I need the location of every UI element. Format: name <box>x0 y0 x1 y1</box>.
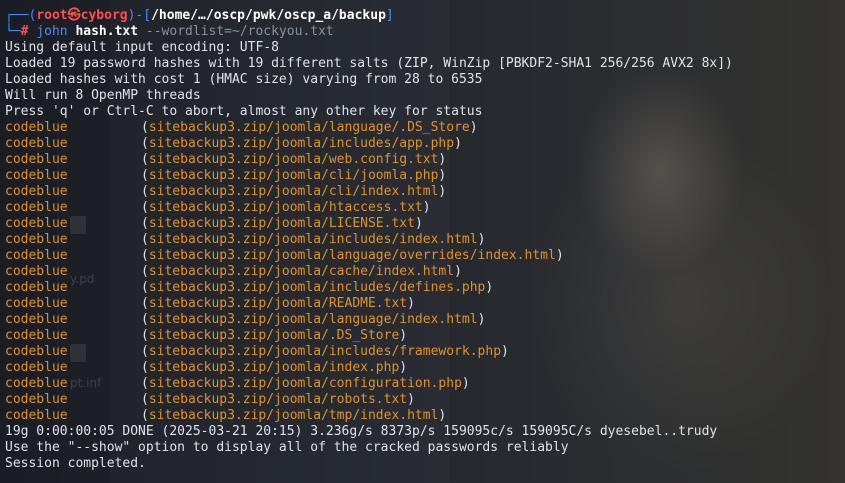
cracked-row: codeblue (sitebackup3.zip/joomla/tmp/inde… <box>5 408 447 423</box>
cracked-file: sitebackup3.zip/joomla/robots.txt <box>148 392 408 407</box>
cracked-row: codeblue (sitebackup3.zip/joomla/robots.t… <box>5 392 415 407</box>
cracked-row: codeblue (sitebackup3.zip/joomla/LICENSE.… <box>5 216 423 231</box>
cracked-file: sitebackup3.zip/joomla/tmp/index.html <box>148 408 439 423</box>
cracked-row: codeblue (sitebackup3.zip/joomla/cache/in… <box>5 264 462 279</box>
cracked-file: sitebackup3.zip/joomla/configuration.php <box>148 376 462 391</box>
cracked-password: codeblue <box>5 344 68 359</box>
cracked-password: codeblue <box>5 408 68 423</box>
cracked-row: codeblue (sitebackup3.zip/joomla/web.conf… <box>5 152 447 167</box>
output-line: Press 'q' or Ctrl-C to abort, almost any… <box>5 104 483 119</box>
output-line: Loaded hashes with cost 1 (HMAC size) va… <box>5 72 483 87</box>
output-line: Use the "--show" option to display all o… <box>5 440 569 455</box>
cracked-row: codeblue (sitebackup3.zip/joomla/configur… <box>5 376 470 391</box>
output-line: Using default input encoding: UTF-8 <box>5 40 279 55</box>
cracked-file: sitebackup3.zip/joomla/includes/app.php <box>148 136 455 151</box>
output-line: Loaded 19 password hashes with 19 differ… <box>5 56 733 71</box>
cracked-password: codeblue <box>5 248 68 263</box>
cracked-row: codeblue (sitebackup3.zip/joomla/cli/inde… <box>5 184 447 199</box>
cracked-file: sitebackup3.zip/joomla/includes/defines.… <box>148 280 486 295</box>
cracked-password: codeblue <box>5 360 68 375</box>
cracked-password: codeblue <box>5 328 68 343</box>
cracked-password: codeblue <box>5 152 68 167</box>
command-line: └─# john hash.txt --wordlist=~/rockyou.t… <box>5 24 334 39</box>
cracked-row: codeblue (sitebackup3.zip/joomla/.DS_Stor… <box>5 328 408 343</box>
cracked-password: codeblue <box>5 376 68 391</box>
terminal-output[interactable]: ┌──(root㉿cyborg)-[/home/…/oscp/pwk/oscp_… <box>0 0 845 483</box>
cracked-file: sitebackup3.zip/joomla/language/override… <box>148 248 556 263</box>
cracked-password: codeblue <box>5 168 68 183</box>
command-name: john <box>36 24 68 39</box>
prompt-host: cyborg <box>80 8 128 23</box>
cracked-file: sitebackup3.zip/joomla/LICENSE.txt <box>148 216 415 231</box>
cracked-row: codeblue (sitebackup3.zip/joomla/language… <box>5 248 564 263</box>
cracked-password: codeblue <box>5 312 68 327</box>
cracked-password: codeblue <box>5 120 68 135</box>
cracked-file: sitebackup3.zip/joomla/htaccess.txt <box>148 200 423 215</box>
status-line: 19g 0:00:00:05 DONE (2025-03-21 20:15) 3… <box>5 424 718 439</box>
cracked-row: codeblue (sitebackup3.zip/joomla/cli/joom… <box>5 168 447 183</box>
prompt-cwd: /home/…/oscp/pwk/oscp_a/backup <box>151 8 386 23</box>
prompt-symbol: # <box>20 24 29 39</box>
cracked-password: codeblue <box>5 296 68 311</box>
cracked-file: sitebackup3.zip/joomla/README.txt <box>148 296 408 311</box>
cracked-file: sitebackup3.zip/joomla/cli/index.html <box>148 184 439 199</box>
cracked-password: codeblue <box>5 264 68 279</box>
prompt-user: root <box>36 8 68 23</box>
cracked-row: codeblue (sitebackup3.zip/joomla/htaccess… <box>5 200 431 215</box>
cracked-password: codeblue <box>5 136 68 151</box>
cracked-row: codeblue (sitebackup3.zip/joomla/index.ph… <box>5 360 408 375</box>
cracked-row: codeblue (sitebackup3.zip/joomla/README.t… <box>5 296 415 311</box>
cracked-row: codeblue (sitebackup3.zip/joomla/includes… <box>5 280 494 295</box>
cracked-password: codeblue <box>5 392 68 407</box>
cracked-file: sitebackup3.zip/joomla/includes/index.ht… <box>148 232 478 247</box>
cracked-file: sitebackup3.zip/joomla/language/index.ht… <box>148 312 478 327</box>
cracked-row: codeblue (sitebackup3.zip/joomla/language… <box>5 120 478 135</box>
cracked-password: codeblue <box>5 200 68 215</box>
output-line: Session completed. <box>5 456 146 471</box>
cracked-file: sitebackup3.zip/joomla/cli/joomla.php <box>148 168 439 183</box>
cracked-file: sitebackup3.zip/joomla/web.config.txt <box>148 152 439 167</box>
cracked-file: sitebackup3.zip/joomla/includes/framewor… <box>148 344 502 359</box>
cracked-file: sitebackup3.zip/joomla/index.php <box>148 360 400 375</box>
prompt-line: ┌──(root㉿cyborg)-[/home/…/oscp/pwk/oscp_… <box>5 8 394 23</box>
cracked-password: codeblue <box>5 232 68 247</box>
cracked-row: codeblue (sitebackup3.zip/joomla/includes… <box>5 344 509 359</box>
cracked-file: sitebackup3.zip/joomla/.DS_Store <box>148 328 400 343</box>
command-arg-option: --wordlist=~/rockyou.txt <box>145 24 334 39</box>
cracked-password: codeblue <box>5 280 68 295</box>
cracked-row: codeblue (sitebackup3.zip/joomla/includes… <box>5 232 486 247</box>
cracked-password: codeblue <box>5 184 68 199</box>
output-line: Will run 8 OpenMP threads <box>5 88 201 103</box>
cracked-row: codeblue (sitebackup3.zip/joomla/language… <box>5 312 486 327</box>
prompt-skull-icon: ㉿ <box>67 8 81 23</box>
cracked-file: sitebackup3.zip/joomla/cache/index.html <box>148 264 455 279</box>
cracked-password: codeblue <box>5 216 68 231</box>
cracked-row: codeblue (sitebackup3.zip/joomla/includes… <box>5 136 462 151</box>
cracked-file: sitebackup3.zip/joomla/language/.DS_Stor… <box>148 120 470 135</box>
command-arg-file: hash.txt <box>75 24 139 39</box>
